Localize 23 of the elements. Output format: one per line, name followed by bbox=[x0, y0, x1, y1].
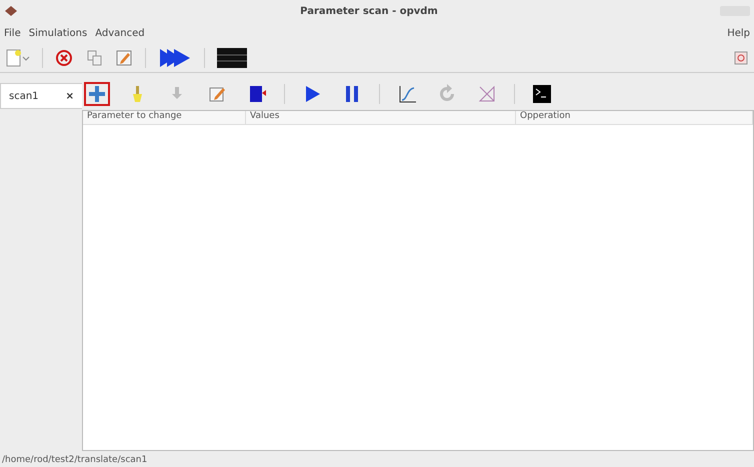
window-title: Parameter scan - opvdm bbox=[300, 6, 438, 16]
triangle-icon bbox=[477, 84, 497, 104]
tab-label: scan1 bbox=[9, 90, 39, 102]
column-header[interactable]: Parameter to change bbox=[83, 111, 246, 125]
new-file-icon[interactable] bbox=[6, 49, 30, 67]
chart-icon bbox=[397, 84, 417, 104]
menu-item[interactable]: Help bbox=[727, 28, 750, 38]
menu-item[interactable]: Simulations bbox=[28, 28, 88, 38]
app-logo-icon bbox=[4, 5, 18, 17]
menu-item[interactable]: File bbox=[4, 28, 21, 38]
tab[interactable]: scan1 × bbox=[0, 83, 82, 109]
copy-icon[interactable] bbox=[85, 49, 103, 67]
status-text: /home/rod/test2/translate/scan1 bbox=[1, 455, 148, 467]
edit-icon[interactable] bbox=[115, 49, 133, 67]
menu-item[interactable]: Advanced bbox=[95, 28, 145, 38]
stop-icon[interactable] bbox=[55, 49, 73, 67]
fast-forward-icon[interactable] bbox=[158, 47, 192, 69]
terminal-icon bbox=[532, 84, 552, 104]
refresh-icon bbox=[437, 84, 457, 104]
plus-icon bbox=[87, 84, 107, 104]
column-header[interactable]: Values bbox=[246, 111, 516, 125]
column-header[interactable]: Opperation bbox=[516, 111, 753, 125]
close-button[interactable]: × bbox=[66, 90, 74, 102]
